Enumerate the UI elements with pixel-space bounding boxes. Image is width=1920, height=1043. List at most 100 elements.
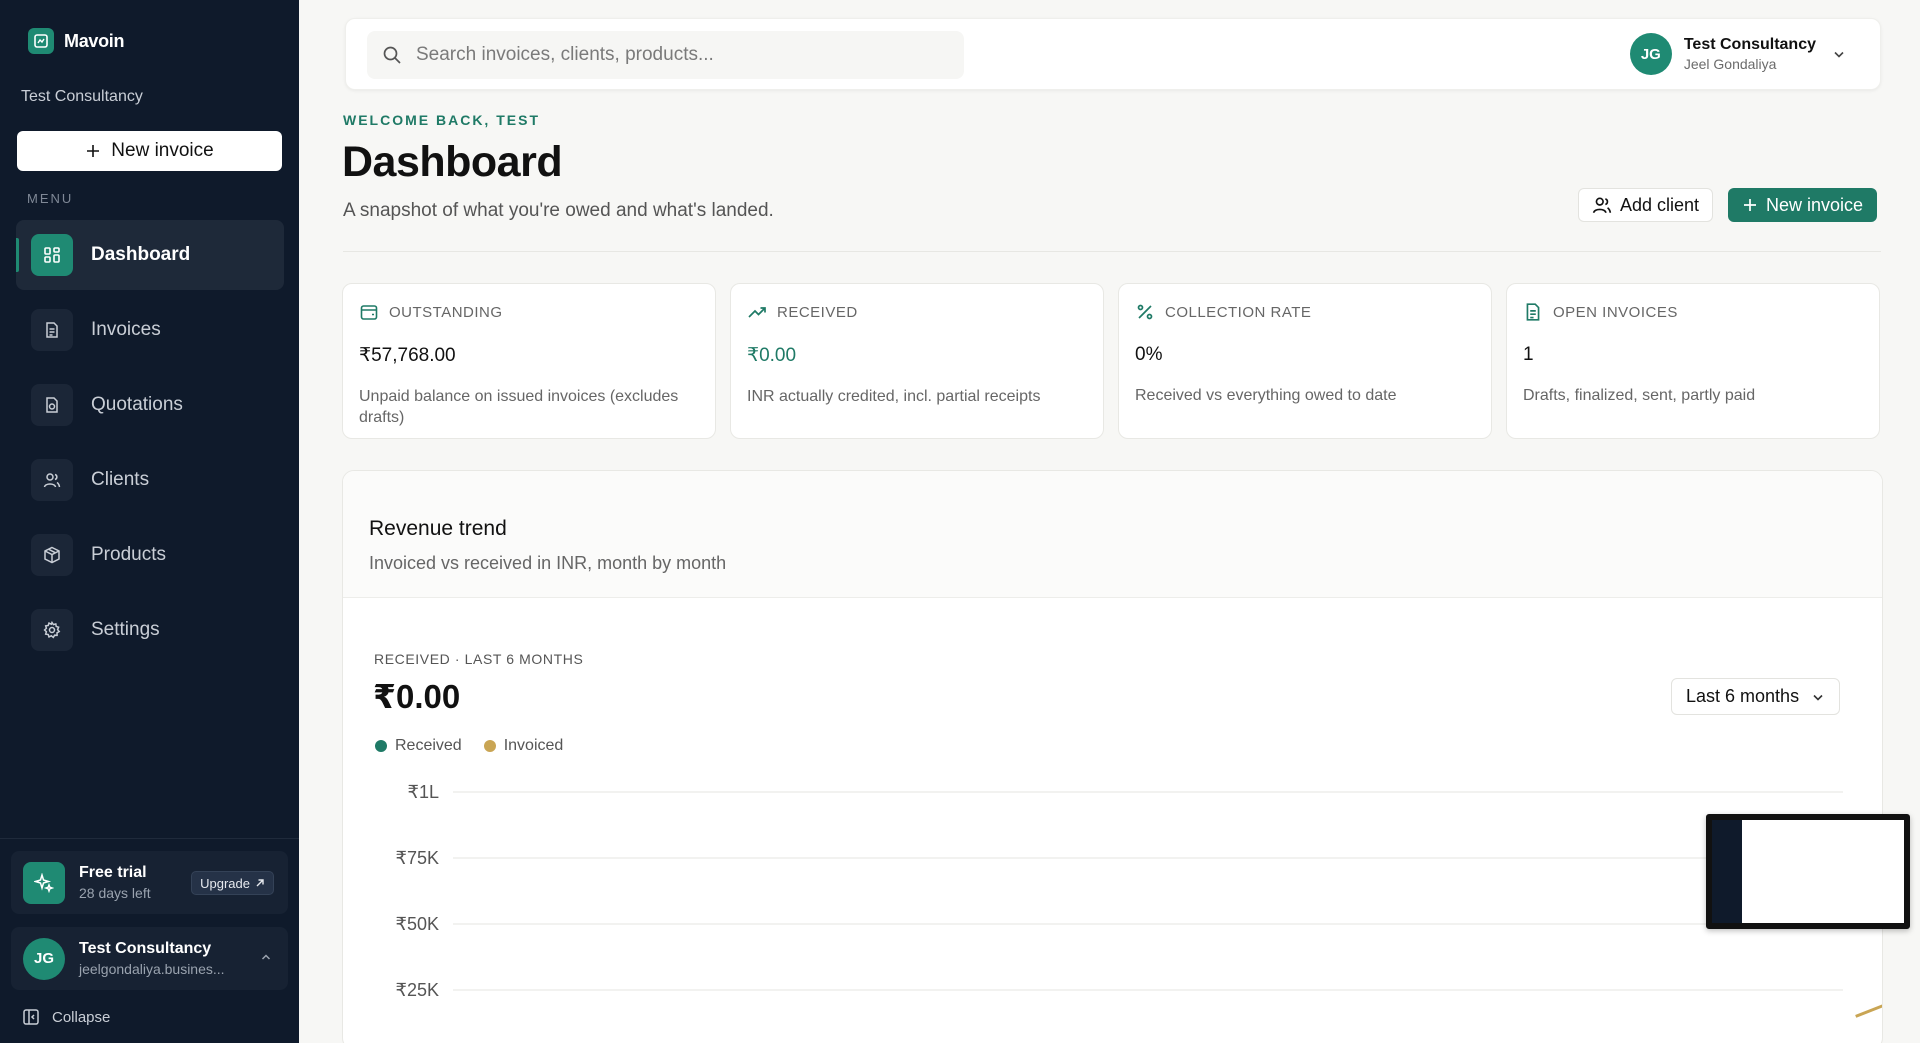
header-divider [343,251,1881,252]
sidebar-item-label: Settings [91,619,160,640]
stat-value: 0% [1135,344,1163,365]
sidebar-item-invoices[interactable]: Invoices [16,295,284,365]
stat-label: OPEN INVOICES [1553,303,1678,321]
new-invoice-label: New invoice [1766,194,1864,215]
range-select-label: Last 6 months [1686,686,1800,706]
revenue-title: Revenue trend [369,517,507,540]
page-subtitle: A snapshot of what you're owed and what'… [343,200,774,221]
y-tick-label: ₹1L [408,782,439,802]
sidebar-collapse-icon [23,1009,39,1025]
legend-item-invoiced: Invoiced [483,737,564,755]
chevron-down-icon [1813,694,1823,701]
chevron-up-icon [261,954,271,960]
stat-label: RECEIVED [777,303,858,321]
sidebar-item-label: Dashboard [91,244,191,265]
y-tick-label: ₹50K [396,914,439,934]
collapse-label: Collapse [52,1008,111,1026]
revenue-trend-card: Revenue trend Invoiced vs received in IN… [342,470,1883,1043]
collapse-button[interactable]: Collapse [22,1008,110,1026]
search-icon [383,46,401,64]
page-title: Dashboard [342,138,563,186]
stat-card-outstanding: OUTSTANDING ₹57,768.00 Unpaid balance on… [342,283,716,439]
org-name: Test Consultancy [21,88,143,105]
stat-card-collection-rate: COLLECTION RATE 0% Received vs everythin… [1118,283,1492,439]
sidebar-item-label: Clients [91,469,150,490]
upgrade-button[interactable]: Upgrade [191,871,274,895]
sidebar-new-invoice-button[interactable]: New invoice [17,131,282,171]
new-invoice-button[interactable]: New invoice [1728,188,1878,222]
stat-description: INR actually credited, incl. partial rec… [747,388,1041,405]
trending-up-icon [748,307,766,318]
stat-description: Unpaid balance on issued invoices (exclu… [359,388,679,426]
document-icon [31,309,73,351]
stat-value: 1 [1523,344,1534,365]
arrow-up-right-icon [256,879,264,887]
received-total: ₹0.00 [373,678,461,715]
users-icon [31,459,73,501]
search-box[interactable] [367,31,964,79]
y-tick-label: ₹25K [396,980,439,1000]
legend-label: Invoiced [503,737,564,754]
account-switcher[interactable]: JG Test Consultancy Jeel Gondaliya [1629,33,1846,75]
brand-name: Mavoin [64,30,125,51]
legend-dot-invoiced [483,740,496,752]
stat-card-received: RECEIVED ₹0.00 INR actually credited, in… [730,283,1104,439]
revenue-chart: ₹1L ₹75K ₹50K ₹25K [396,782,1882,1018]
avatar: JG [1629,33,1672,75]
range-select[interactable]: Last 6 months [1671,678,1841,715]
legend-dot-received [375,740,387,752]
box-icon [31,534,73,576]
screen-preview-thumbnail[interactable] [1706,814,1910,929]
trial-days-left: 28 days left [79,885,151,901]
thumbnail-sidebar [1712,820,1742,923]
revenue-card-header: Revenue trend Invoiced vs received in IN… [343,471,1882,598]
sidebar-new-invoice-label: New invoice [111,140,214,161]
sidebar-item-quotations[interactable]: Quotations [16,370,284,440]
stat-card-open-invoices: OPEN INVOICES 1 Drafts, finalized, sent,… [1506,283,1880,439]
legend-item-received: Received [375,737,462,755]
plus-icon [87,145,100,157]
sidebar-user-card[interactable]: JG Test Consultancy jeelgondaliya.busine… [11,927,288,990]
sidebar-item-clients[interactable]: Clients [16,445,284,515]
sidebar-user-name: Test Consultancy [79,940,212,957]
quote-icon [31,384,73,426]
stat-description: Drafts, finalized, sent, partly paid [1523,387,1756,404]
search-input[interactable] [416,44,936,66]
sidebar-item-label: Quotations [91,394,183,415]
wallet-icon [360,305,378,320]
stat-label: COLLECTION RATE [1165,303,1312,321]
account-user: Jeel Gondaliya [1683,56,1777,72]
welcome-text: WELCOME BACK, TEST [343,112,540,128]
brand-logo-icon [28,28,54,54]
revenue-subtitle: Invoiced vs received in INR, month by mo… [369,553,727,573]
sidebar-user-email: jeelgondaliya.busines... [79,961,225,977]
stat-label: OUTSTANDING [389,303,503,321]
sidebar-item-products[interactable]: Products [16,520,284,590]
plus-icon [1744,199,1756,211]
sidebar-item-label: Products [91,544,166,565]
trial-title: Free trial [79,864,147,881]
stats-row: OUTSTANDING ₹57,768.00 Unpaid balance on… [342,283,1882,439]
add-client-button[interactable]: Add client [1578,188,1714,222]
avatar: JG [23,937,65,980]
received-period-label: RECEIVED · LAST 6 MONTHS [374,651,584,667]
stat-description: Received vs everything owed to date [1135,387,1397,404]
percent-icon [1137,304,1153,320]
y-tick-label: ₹75K [396,848,439,868]
stat-value: ₹57,768.00 [359,345,456,366]
gear-icon [31,609,73,651]
chart-legend: Received Invoiced [375,737,563,755]
topbar: JG Test Consultancy Jeel Gondaliya [345,18,1881,90]
sidebar-item-dashboard[interactable]: Dashboard [16,220,284,290]
document-icon [1526,303,1540,321]
account-name: Test Consultancy [1683,36,1816,53]
grid-icon [31,234,73,276]
free-trial-card: Free trial 28 days left Upgrade [11,851,288,914]
users-icon [1592,197,1612,214]
chevron-down-icon [1834,51,1844,58]
sidebar-nav: Dashboard Invoices Quotations Clients Pr… [16,220,284,670]
thumbnail-content [1712,820,1904,923]
sidebar-item-settings[interactable]: Settings [16,595,284,665]
brand[interactable]: Mavoin [28,28,125,54]
sidebar: Mavoin Test Consultancy New invoice MENU… [0,0,299,1043]
